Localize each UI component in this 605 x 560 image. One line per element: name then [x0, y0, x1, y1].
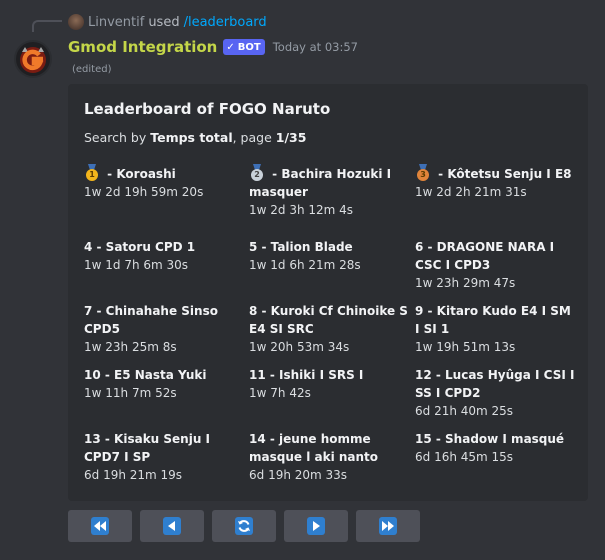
leaderboard-entry: 3 - Kôtetsu Senju I E8 1w 2d 2h 21m 31s: [415, 164, 577, 201]
next-icon: [307, 517, 325, 535]
rewind-icon: [91, 517, 109, 535]
edited-label: (edited): [72, 64, 112, 75]
entry-time: 1w 19h 51m 13s: [415, 340, 516, 354]
leaderboard-entry: 6 - DRAGONE NARA I CSC I CPD3 1w 23h 29m…: [415, 238, 577, 292]
entry-time: 1w 2d 19h 59m 20s: [84, 185, 204, 199]
leaderboard-entry: 4 - Satoru CPD 1 1w 1d 7h 6m 30s: [84, 238, 246, 274]
entry-name: 7 - Chinahahe Sinso CPD5: [84, 304, 218, 336]
entry-name: 3 - Kôtetsu Senju I E8: [415, 164, 577, 183]
leaderboard-entry: 12 - Lucas Hyûga I CSI I SS I CPD2 6d 21…: [415, 366, 577, 420]
leaderboard-entry: 2 - Bachira Hozuki I masquer 1w 2d 3h 12…: [249, 164, 411, 219]
entry-time: 6d 16h 45m 15s: [415, 450, 514, 464]
bot-avatar[interactable]: [14, 40, 52, 78]
entry-name: 5 - Talion Blade: [249, 240, 353, 254]
entry-name: 10 - E5 Nasta Yuki: [84, 368, 207, 382]
leaderboard-entry: 9 - Kitaro Kudo E4 I SM I SI 1 1w 19h 51…: [415, 302, 577, 356]
entry-name: 2 - Bachira Hozuki I masquer: [249, 164, 411, 201]
reply-username[interactable]: Linventif: [88, 15, 144, 30]
desc-page: 1/35: [275, 130, 307, 145]
previous-icon: [163, 517, 181, 535]
entry-name: 13 - Kisaku Senju I CPD7 I SP: [84, 432, 211, 464]
leaderboard-entry: 8 - Kuroki Cf Chinoike S E4 SI SRC 1w 20…: [249, 302, 411, 356]
entry-time: 1w 20h 53m 34s: [249, 340, 350, 354]
entry-time: 1w 2d 2h 21m 31s: [415, 185, 527, 199]
silver-medal-icon: 2: [249, 164, 265, 182]
entry-time: 1w 1d 7h 6m 30s: [84, 258, 189, 272]
last-page-button[interactable]: [356, 510, 420, 542]
bot-badge: ✓ BOT: [223, 39, 265, 55]
desc-prefix: Search by: [84, 130, 151, 145]
entry-time: 1w 23h 25m 8s: [84, 340, 177, 354]
entry-name: 1 - Koroashi: [84, 164, 246, 183]
previous-page-button[interactable]: [140, 510, 204, 542]
gold-medal-icon: 1: [84, 164, 100, 182]
entry-time: 1w 7h 42s: [249, 386, 311, 400]
refresh-button[interactable]: [212, 510, 276, 542]
entry-time: 6d 21h 40m 25s: [415, 404, 514, 418]
leaderboard-entry: 14 - jeune homme masque l aki nanto 6d 1…: [249, 430, 411, 484]
entry-time: 6d 19h 21m 19s: [84, 468, 183, 482]
leaderboard-entry: 11 - Ishiki I SRS I 1w 7h 42s: [249, 366, 411, 402]
leaderboard-entry: 15 - Shadow I masqué 6d 16h 45m 15s: [415, 430, 577, 466]
next-page-button[interactable]: [284, 510, 348, 542]
reply-action: used: [148, 14, 180, 30]
gmod-logo-icon: [16, 42, 50, 76]
bot-badge-label: BOT: [237, 41, 261, 53]
entry-time: 1w 11h 7m 52s: [84, 386, 177, 400]
entry-name: 8 - Kuroki Cf Chinoike S E4 SI SRC: [249, 304, 408, 336]
leaderboard-entry: 1 - Koroashi 1w 2d 19h 59m 20s: [84, 164, 246, 201]
desc-mid: , page: [232, 130, 276, 145]
reply-avatar[interactable]: [68, 14, 84, 30]
embed-title: Leaderboard of FOGO Naruto: [84, 100, 331, 118]
refresh-icon: [235, 517, 253, 535]
message-timestamp[interactable]: Today at 03:57: [273, 40, 358, 54]
entry-name: 15 - Shadow I masqué: [415, 432, 565, 446]
entry-name: 11 - Ishiki I SRS I: [249, 368, 364, 382]
entry-name: 14 - jeune homme masque l aki nanto: [249, 432, 379, 464]
entry-name: 12 - Lucas Hyûga I CSI I SS I CPD2: [415, 368, 575, 400]
first-page-button[interactable]: [68, 510, 132, 542]
verified-check-icon: ✓: [226, 41, 235, 53]
pagination-controls: [68, 510, 420, 542]
entry-time: 6d 19h 20m 33s: [249, 468, 348, 482]
leaderboard-entry: 5 - Talion Blade 1w 1d 6h 21m 28s: [249, 238, 411, 274]
entry-time: 1w 23h 29m 47s: [415, 276, 516, 290]
message-header: Gmod Integration ✓ BOT Today at 03:57: [68, 36, 358, 58]
reply-command-link[interactable]: /leaderboard: [184, 15, 267, 30]
entry-name: 6 - DRAGONE NARA I CSC I CPD3: [415, 240, 555, 272]
entry-name: 9 - Kitaro Kudo E4 I SM I SI 1: [415, 304, 571, 336]
leaderboard-entry: 10 - E5 Nasta Yuki 1w 11h 7m 52s: [84, 366, 246, 402]
entry-name: 4 - Satoru CPD 1: [84, 240, 196, 254]
fast-forward-icon: [379, 517, 397, 535]
author-name[interactable]: Gmod Integration: [68, 38, 217, 56]
leaderboard-entry: 13 - Kisaku Senju I CPD7 I SP 6d 19h 21m…: [84, 430, 246, 484]
entry-time: 1w 2d 3h 12m 4s: [249, 203, 354, 217]
leaderboard-entry: 7 - Chinahahe Sinso CPD5 1w 23h 25m 8s: [84, 302, 246, 356]
reply-connector: [32, 20, 62, 32]
desc-sort-field: Temps total: [150, 130, 233, 145]
entry-time: 1w 1d 6h 21m 28s: [249, 258, 361, 272]
reply-context: Linventif used /leaderboard: [68, 13, 267, 31]
leaderboard-embed: Leaderboard of FOGO Naruto Search by Tem…: [68, 84, 588, 501]
bronze-medal-icon: 3: [415, 164, 431, 182]
embed-description: Search by Temps total, page 1/35: [84, 130, 306, 145]
